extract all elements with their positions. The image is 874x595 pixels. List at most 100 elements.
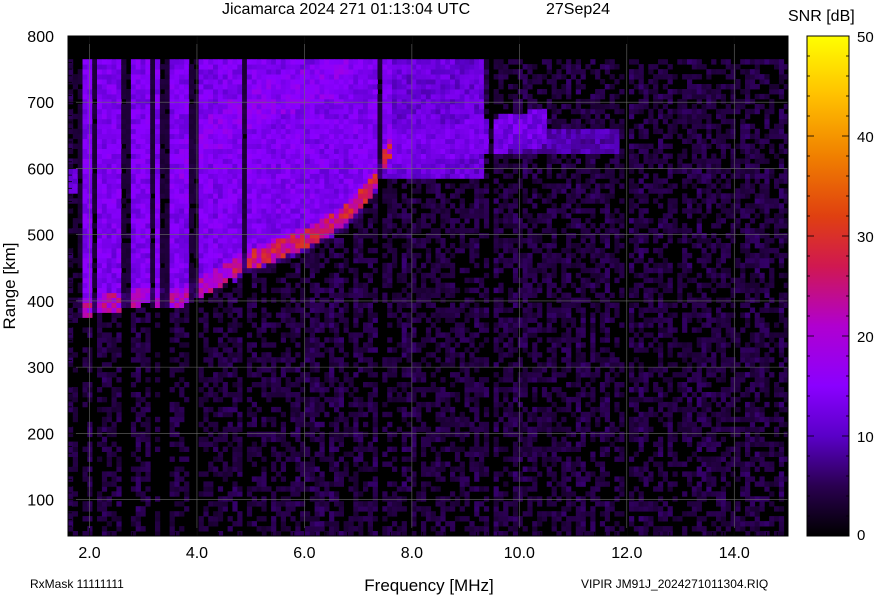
- heatmap-cell: [227, 178, 233, 184]
- heatmap-cell: [87, 228, 93, 234]
- heatmap-cell: [348, 213, 354, 219]
- heatmap-cell: [392, 168, 398, 174]
- heatmap-cell: [251, 143, 257, 149]
- heatmap-cell: [430, 158, 436, 164]
- heatmap-cell: [179, 317, 185, 323]
- heatmap-cell: [222, 506, 228, 512]
- heatmap-cell: [309, 352, 315, 358]
- heatmap-cell: [116, 228, 122, 234]
- heatmap-cell: [290, 213, 296, 219]
- heatmap-cell: [106, 59, 112, 65]
- heatmap-cell: [338, 158, 344, 164]
- heatmap-cell: [111, 262, 117, 269]
- heatmap-cell: [150, 163, 156, 169]
- heatmap-cell: [435, 486, 441, 492]
- heatmap-cell: [280, 98, 286, 105]
- heatmap-cell: [135, 183, 141, 189]
- heatmap-cell: [145, 461, 151, 467]
- heatmap-cell: [164, 74, 170, 80]
- heatmap-cell: [155, 198, 161, 204]
- heatmap-cell: [111, 282, 117, 289]
- heatmap-cell: [87, 501, 93, 507]
- heatmap-cell: [382, 64, 388, 70]
- heatmap-cell: [164, 183, 170, 189]
- heatmap-cell: [130, 406, 137, 413]
- heatmap-cell: [406, 411, 412, 418]
- heatmap-cell: [353, 79, 359, 85]
- heatmap-cell: [145, 466, 151, 472]
- heatmap-cell: [377, 153, 383, 159]
- heatmap-cell: [116, 377, 122, 383]
- heatmap-cell: [435, 471, 441, 477]
- heatmap-cell: [425, 238, 432, 244]
- heatmap-cell: [106, 262, 112, 269]
- heatmap-cell: [169, 208, 175, 214]
- heatmap-cell: [396, 59, 402, 65]
- heatmap-cell: [338, 506, 344, 512]
- heatmap-cell: [135, 357, 141, 363]
- heatmap-cell: [135, 178, 141, 184]
- heatmap-cell: [198, 297, 204, 303]
- heatmap-cell: [261, 233, 267, 239]
- heatmap-cell: [111, 372, 117, 378]
- heatmap-cell: [184, 233, 190, 239]
- heatmap-cell: [363, 233, 369, 239]
- heatmap-cell: [261, 163, 267, 169]
- heatmap-cell: [116, 277, 122, 284]
- heatmap-cell: [135, 292, 141, 298]
- heatmap-cell: [208, 213, 214, 219]
- heatmap-cell: [295, 272, 301, 279]
- heatmap-cell: [237, 456, 243, 462]
- heatmap-cell: [348, 123, 354, 130]
- colorbar-label: SNR [dB]: [788, 8, 855, 25]
- heatmap-cell: [275, 59, 282, 65]
- heatmap-cell: [198, 277, 204, 284]
- heatmap-cell: [285, 392, 291, 398]
- heatmap-cell: [145, 118, 151, 125]
- heatmap-cell: [135, 64, 141, 70]
- heatmap-cell: [203, 446, 209, 452]
- heatmap-cell: [222, 243, 228, 249]
- heatmap-cell: [401, 297, 407, 303]
- heatmap-cell: [140, 64, 146, 70]
- heatmap-cell: [372, 64, 378, 70]
- heatmap-cell: [135, 436, 141, 443]
- heatmap-cell: [305, 59, 311, 65]
- heatmap-cell: [242, 93, 248, 100]
- heatmap-cell: [430, 287, 436, 294]
- heatmap-cell: [227, 79, 233, 85]
- heatmap-cell: [126, 123, 132, 130]
- heatmap-cell: [184, 496, 190, 502]
- heatmap-cell: [213, 436, 219, 443]
- heatmap-cell: [72, 387, 78, 393]
- heatmap-cell: [135, 347, 141, 353]
- heatmap-cell: [396, 307, 402, 313]
- heatmap-cell: [387, 337, 393, 343]
- heatmap-cell: [237, 93, 243, 100]
- heatmap-cell: [140, 506, 146, 512]
- heatmap-cell: [256, 223, 262, 229]
- heatmap-cell: [377, 74, 383, 80]
- heatmap-cell: [319, 223, 325, 229]
- heatmap-cell: [329, 158, 335, 164]
- heatmap-cell: [358, 282, 364, 289]
- heatmap-cell: [155, 228, 161, 234]
- heatmap-cell: [329, 233, 335, 239]
- heatmap-cell: [319, 123, 325, 130]
- heatmap-cell: [72, 352, 78, 358]
- heatmap-cell: [237, 238, 243, 244]
- heatmap-cell: [145, 406, 151, 413]
- heatmap-cell: [261, 123, 267, 130]
- heatmap-cell: [145, 292, 151, 298]
- heatmap-cell: [217, 143, 224, 149]
- heatmap-cell: [155, 183, 161, 189]
- heatmap-cell: [77, 203, 83, 209]
- heatmap-cell: [387, 64, 393, 70]
- heatmap-cell: [116, 252, 122, 259]
- heatmap-cell: [130, 262, 137, 269]
- heatmap-cell: [334, 138, 340, 144]
- heatmap-cell: [169, 511, 175, 517]
- heatmap-cell: [392, 193, 398, 199]
- heatmap-cell: [319, 168, 325, 174]
- heatmap-cell: [87, 74, 93, 80]
